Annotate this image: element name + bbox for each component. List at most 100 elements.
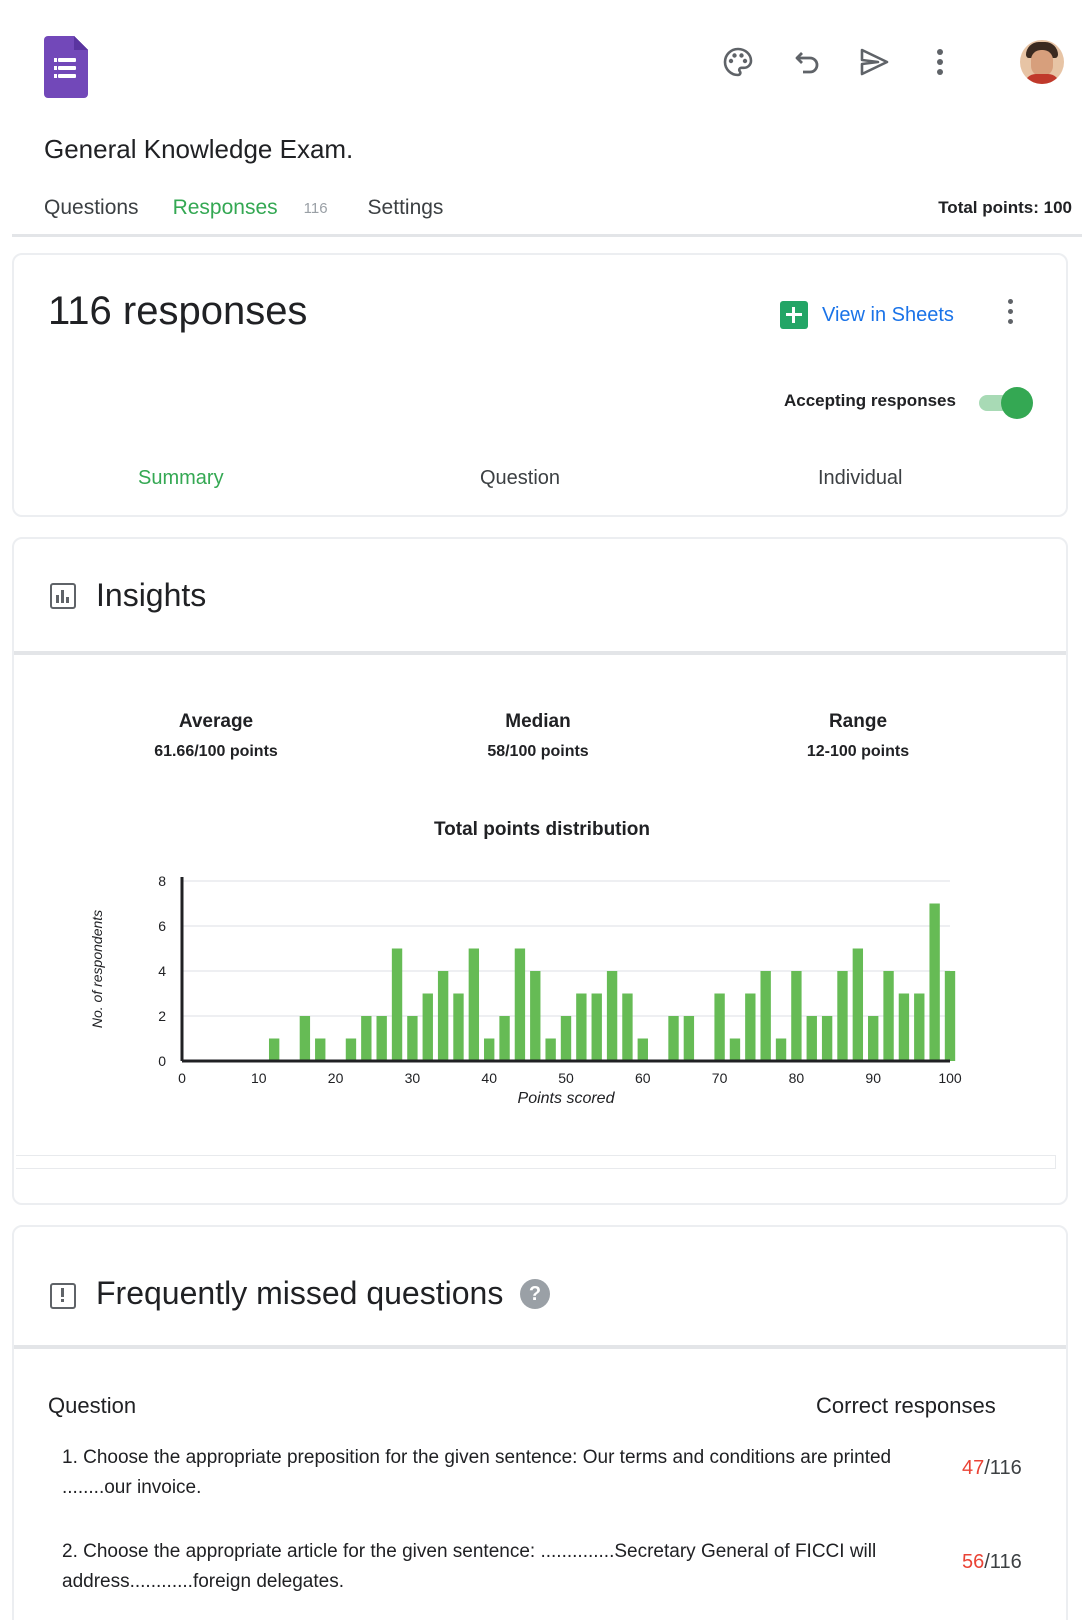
chart-bar bbox=[791, 971, 802, 1061]
stat-median-label: Median bbox=[505, 711, 571, 732]
chart-bar bbox=[929, 903, 940, 1061]
chart-bar bbox=[668, 1016, 679, 1061]
chart-x-tick-label: 70 bbox=[712, 1070, 728, 1086]
chart-bar bbox=[530, 971, 541, 1061]
chart-bar bbox=[683, 1016, 695, 1061]
view-in-sheets-label: View in Sheets bbox=[822, 303, 954, 326]
chart-bar bbox=[315, 1038, 326, 1061]
chart-y-axis-label: No. of respondents bbox=[89, 910, 105, 1028]
total-points: Total points: 100 bbox=[938, 198, 1072, 217]
stat-range-value: 12-100 points bbox=[806, 743, 910, 760]
help-icon[interactable]: ? bbox=[520, 1279, 550, 1309]
chart-bar bbox=[514, 948, 526, 1061]
chart-bar bbox=[898, 993, 910, 1061]
correct-count: 56 bbox=[962, 1551, 985, 1573]
correct-count: 47 bbox=[962, 1457, 985, 1479]
chart-bar bbox=[944, 971, 956, 1061]
chart-x-tick-label: 90 bbox=[865, 1070, 881, 1086]
tab-settings[interactable]: Settings bbox=[368, 196, 444, 220]
chart-bar bbox=[637, 1038, 648, 1061]
palette-icon[interactable] bbox=[716, 40, 760, 84]
insights-icon bbox=[50, 583, 76, 609]
chart-y-tick-label: 2 bbox=[158, 1008, 166, 1024]
chart-x-axis-label: Points scored bbox=[518, 1090, 616, 1107]
question-text: 1. Choose the appropriate preposition fo… bbox=[62, 1447, 892, 1498]
view-in-sheets-button[interactable]: View in Sheets bbox=[780, 301, 954, 329]
subtab-summary[interactable]: Summary bbox=[138, 467, 224, 490]
chart-bar bbox=[484, 1038, 495, 1061]
insights-divider bbox=[14, 651, 1066, 655]
chart-bar bbox=[299, 1016, 311, 1061]
undo-icon[interactable] bbox=[786, 40, 830, 84]
total-count: /116 bbox=[984, 1457, 1022, 1479]
column-correct-responses: Correct responses bbox=[816, 1393, 996, 1418]
stat-average-label: Average bbox=[178, 711, 254, 732]
chart-x-tick-label: 100 bbox=[938, 1070, 962, 1086]
chart-bar bbox=[437, 971, 449, 1061]
stat-average-value: 61.66/100 points bbox=[154, 743, 278, 760]
avatar[interactable] bbox=[1020, 40, 1064, 84]
insights-title: Insights bbox=[96, 577, 207, 613]
chart-bar bbox=[391, 948, 403, 1061]
more-vert-icon[interactable] bbox=[918, 40, 962, 84]
chart-footer-bar bbox=[16, 1155, 1056, 1169]
stat-median: Median 58/100 points bbox=[428, 711, 648, 761]
chart-bar bbox=[760, 971, 771, 1061]
subtab-individual[interactable]: Individual bbox=[818, 467, 903, 490]
form-tabs: Questions Responses 116 Settings bbox=[44, 196, 477, 220]
chart-x-tick-label: 20 bbox=[328, 1070, 344, 1086]
chart-y-tick-label: 0 bbox=[158, 1053, 166, 1069]
points-distribution-chart: 024680 10 20 30 40 50 60 70 80 90 100 No. of respo… bbox=[89, 873, 962, 1107]
chart-bar bbox=[591, 993, 602, 1061]
responses-count-title: 116 responses bbox=[48, 289, 308, 333]
chart-x-tick-label: 40 bbox=[481, 1070, 497, 1086]
stat-range-label: Range bbox=[828, 711, 888, 732]
correct-score: 47/116 bbox=[962, 1457, 1022, 1480]
send-icon[interactable] bbox=[852, 40, 896, 84]
chart-bar bbox=[775, 1038, 787, 1061]
responses-card: 116 responses View in Sheets Accepting r… bbox=[12, 253, 1068, 517]
chart-x-tick-label: 60 bbox=[635, 1070, 651, 1086]
tab-responses[interactable]: Responses bbox=[173, 196, 278, 220]
chart-x-tick-label: 30 bbox=[405, 1070, 421, 1086]
stat-range: Range 12-100 points bbox=[748, 711, 968, 761]
google-forms-logo[interactable] bbox=[44, 36, 88, 98]
chart-y-tick-label: 6 bbox=[158, 918, 166, 934]
chart-bar bbox=[468, 948, 480, 1061]
accepting-responses-label: Accepting responses bbox=[784, 391, 956, 410]
chart-bar bbox=[729, 1038, 741, 1061]
chart-bar bbox=[345, 1038, 357, 1061]
chart-bar bbox=[745, 993, 756, 1061]
chart-bar bbox=[268, 1038, 280, 1061]
responses-count-badge: 116 bbox=[303, 199, 328, 217]
chart-bar bbox=[837, 971, 848, 1061]
form-title[interactable]: General Knowledge Exam. bbox=[44, 134, 353, 165]
accepting-responses-toggle[interactable] bbox=[979, 385, 1033, 419]
chart-bar bbox=[499, 1016, 510, 1061]
chart-bar bbox=[821, 1016, 833, 1061]
chart-y-tick-label: 4 bbox=[158, 963, 166, 979]
tab-questions[interactable]: Questions bbox=[44, 196, 139, 220]
alert-icon bbox=[50, 1283, 76, 1309]
chart-x-tick-label: 10 bbox=[251, 1070, 267, 1086]
missed-question-row[interactable]: 2. Choose the appropriate article for th… bbox=[62, 1537, 1052, 1597]
chart-bar bbox=[914, 993, 925, 1061]
missed-divider bbox=[14, 1345, 1066, 1349]
chart-title: Total points distribution bbox=[433, 819, 650, 840]
missed-questions-card: Frequently missed questions ? Question C… bbox=[12, 1225, 1068, 1620]
total-count: /116 bbox=[984, 1551, 1022, 1573]
insights-card: Insights Average 61.66/100 points Median… bbox=[12, 537, 1068, 1205]
chart-bar bbox=[361, 1016, 372, 1061]
chart-bar bbox=[545, 1038, 556, 1061]
responses-more-icon[interactable] bbox=[1002, 297, 1018, 327]
chart-x-tick-label: 0 bbox=[178, 1070, 186, 1086]
question-text: 2. Choose the appropriate article for th… bbox=[62, 1541, 877, 1592]
column-question: Question bbox=[48, 1393, 137, 1418]
chart-bar bbox=[407, 1016, 418, 1061]
subtab-question[interactable]: Question bbox=[480, 467, 560, 490]
missed-question-row[interactable]: 1. Choose the appropriate preposition fo… bbox=[62, 1443, 1052, 1503]
tab-divider bbox=[12, 234, 1082, 237]
chart-y-tick-label: 8 bbox=[158, 873, 166, 889]
chart-bar bbox=[806, 1016, 817, 1061]
stat-average: Average 61.66/100 points bbox=[106, 711, 326, 761]
